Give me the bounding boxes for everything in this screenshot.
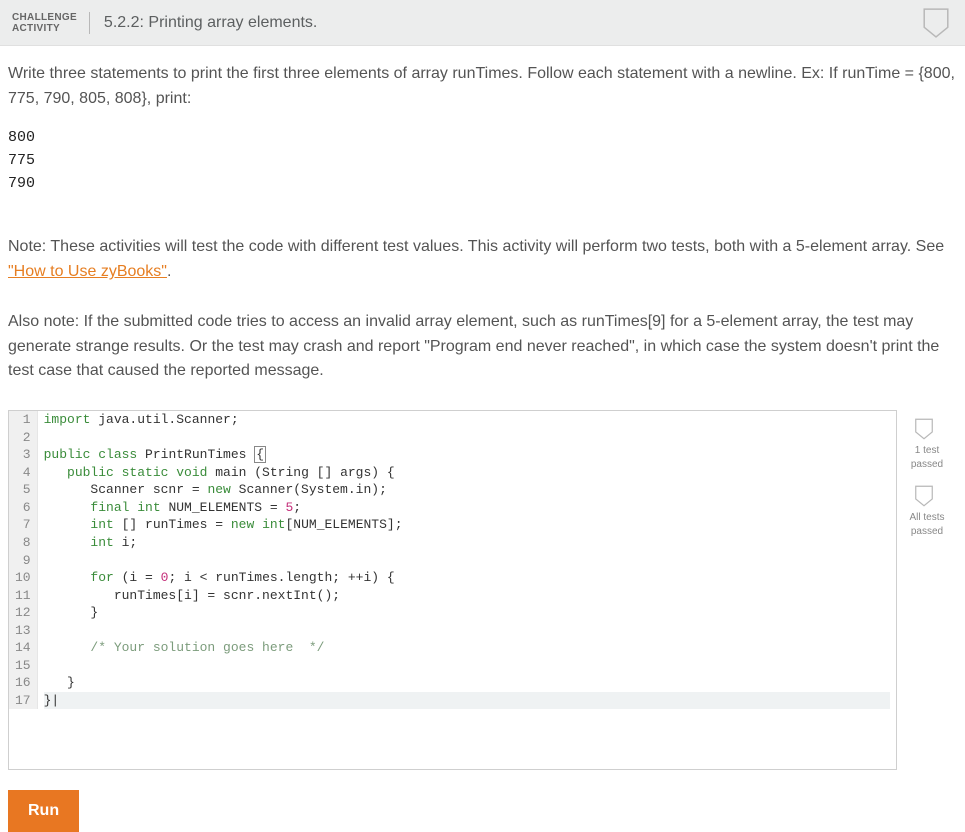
one-test-passed: 1 test passed <box>897 418 957 471</box>
prompt-note2: Also note: If the submitted code tries t… <box>8 310 957 384</box>
shield-icon <box>915 485 933 507</box>
activity-title: 5.2.2: Printing array elements. <box>90 14 317 32</box>
howto-link[interactable]: "How to Use zyBooks" <box>8 263 167 280</box>
all-tests-label-2: passed <box>897 526 957 538</box>
challenge-label: CHALLENGE ACTIVITY <box>10 12 90 34</box>
code-body[interactable]: import java.util.Scanner; public class P… <box>38 411 896 709</box>
prompt-para1: Write three statements to print the firs… <box>8 62 957 112</box>
code-editor[interactable]: 1 2 3 4 5 6 7 8 9 10 11 12 13 14 15 16 1… <box>8 410 897 770</box>
note1-pre: Note: These activities will test the cod… <box>8 238 944 255</box>
shield-icon <box>923 8 949 38</box>
all-tests-label-1: All tests <box>897 512 957 524</box>
sample-output: 800 775 790 <box>8 126 957 196</box>
line-gutter: 1 2 3 4 5 6 7 8 9 10 11 12 13 14 15 16 1… <box>9 411 38 709</box>
note1-post: . <box>167 263 171 280</box>
one-test-label-1: 1 test <box>897 445 957 457</box>
prompt: Write three statements to print the firs… <box>8 62 957 384</box>
one-test-label-2: passed <box>897 459 957 471</box>
content-area: Write three statements to print the firs… <box>0 46 965 770</box>
prompt-note1: Note: These activities will test the cod… <box>8 235 957 285</box>
activity-header: CHALLENGE ACTIVITY 5.2.2: Printing array… <box>0 0 965 46</box>
shield-icon <box>915 418 933 440</box>
challenge-label-line1: CHALLENGE <box>12 12 77 23</box>
all-tests-passed: All tests passed <box>897 485 957 538</box>
challenge-label-line2: ACTIVITY <box>12 23 77 34</box>
test-status-sidebar: 1 test passed All tests passed <box>897 410 957 552</box>
editor-row: 1 2 3 4 5 6 7 8 9 10 11 12 13 14 15 16 1… <box>8 410 957 770</box>
run-button[interactable]: Run <box>8 790 79 832</box>
